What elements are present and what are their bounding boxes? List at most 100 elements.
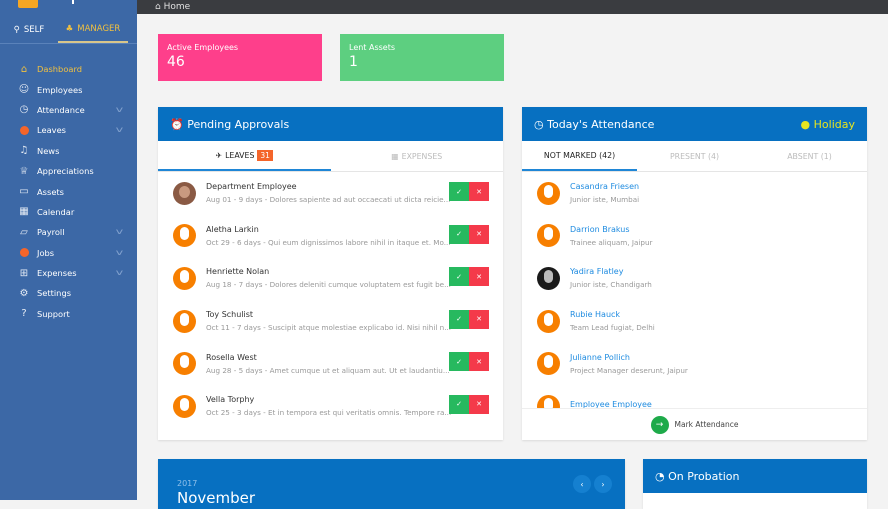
sidebar-item-label: Support xyxy=(37,308,70,319)
employee-name-link[interactable]: Darrion Brakus xyxy=(570,225,652,234)
calendar-year: 2017 xyxy=(177,479,198,488)
approve-button[interactable]: ✓ xyxy=(449,309,469,329)
tab-manager[interactable]: ♣ MANAGER xyxy=(58,16,128,43)
employee-name-link[interactable]: Employee Employee xyxy=(570,400,652,408)
team-icon: ♣ xyxy=(65,23,74,34)
trophy-icon: ♕ xyxy=(19,165,29,177)
leave-request-row: Rosella West Aug 28 - 5 days - Amet cumqu… xyxy=(158,342,503,385)
avatar xyxy=(173,309,196,333)
sidebar-item-calendar[interactable]: ▦ Calendar xyxy=(0,202,137,222)
sidebar-item-expenses[interactable]: ⊞ Expenses v xyxy=(0,263,137,283)
sidebar-item-settings[interactable]: ⚙ Settings xyxy=(0,283,137,303)
monitor-icon: ▭ xyxy=(19,186,29,198)
sidebar-item-attendance[interactable]: ◷ Attendance v xyxy=(0,100,137,120)
rocket-icon: ✈ xyxy=(215,150,223,160)
reject-button[interactable]: ✕ xyxy=(469,352,489,372)
sidebar-item-news[interactable]: ♫ News xyxy=(0,141,137,161)
employee-name-link[interactable]: Yadira Flatley xyxy=(570,267,652,276)
breadcrumb-home[interactable]: Home xyxy=(164,2,191,12)
approve-button[interactable]: ✓ xyxy=(449,394,469,414)
info-icon: ● xyxy=(800,117,814,131)
leave-detail: Aug 18 - 7 days - Dolores deleniti cumqu… xyxy=(206,280,451,290)
avatar xyxy=(173,394,196,418)
leave-detail: Aug 28 - 5 days - Amet cumque ut et aliq… xyxy=(206,365,450,375)
leave-detail: Oct 29 - 6 days - Qui eum dignissimos la… xyxy=(206,237,451,247)
sidebar-item-appreciations[interactable]: ♕ Appreciations xyxy=(0,161,137,181)
prev-month-button[interactable]: ‹ xyxy=(573,475,591,493)
approve-button[interactable]: ✓ xyxy=(449,352,469,372)
approve-button[interactable]: ✓ xyxy=(449,224,469,244)
leave-detail: Oct 11 - 7 days - Suscipit atque molesti… xyxy=(206,323,452,333)
stat-label: Lent Assets xyxy=(349,43,396,52)
stat-lent-assets[interactable]: Lent Assets 1 xyxy=(340,34,504,81)
home-icon: ⌂ xyxy=(155,2,164,12)
tab-self[interactable]: ⚲ SELF xyxy=(0,16,58,43)
avatar xyxy=(537,309,560,333)
employee-designation: Junior iste, Chandigarh xyxy=(570,280,652,290)
tab-expenses[interactable]: ▦ EXPENSES xyxy=(331,141,504,171)
avatar xyxy=(173,224,196,248)
next-month-button[interactable]: › xyxy=(594,475,612,493)
tab-label: SELF xyxy=(23,24,45,35)
grid-icon: ▦ xyxy=(391,151,399,161)
avatar xyxy=(537,266,560,290)
logo xyxy=(18,0,38,8)
attendance-row: Darrion Brakus Trainee aliquam, Jaipur xyxy=(522,215,867,258)
avatar xyxy=(537,394,560,408)
stat-value: 1 xyxy=(349,54,358,70)
sidebar-item-dashboard[interactable]: ⌂ Dashboard xyxy=(0,59,137,79)
sidebar-item-payroll[interactable]: ▱ Payroll v xyxy=(0,222,137,242)
chevron-down-icon[interactable]: v xyxy=(116,105,124,114)
tab-absent[interactable]: ABSENT (1) xyxy=(752,141,867,171)
stat-value: 46 xyxy=(167,54,185,70)
mark-attendance-button[interactable]: → Mark Attendance xyxy=(522,408,867,440)
tab-not-marked[interactable]: NOT MARKED (42) xyxy=(522,141,637,171)
breadcrumb[interactable]: ⌂ Home xyxy=(155,1,190,13)
leaves-count-badge: 31 xyxy=(257,149,273,161)
sidebar-item-label: Jobs xyxy=(37,247,55,258)
user-icon: ⚲ xyxy=(13,24,20,35)
leave-detail: Aug 01 - 9 days - Dolores sapiente ad au… xyxy=(206,195,451,205)
tab-label: EXPENSES xyxy=(401,151,443,161)
sidebar-item-support[interactable]: ? Support xyxy=(0,304,137,324)
avatar xyxy=(173,352,196,376)
chevron-down-icon[interactable]: v xyxy=(116,227,124,236)
employee-name-link[interactable]: Casandra Friesen xyxy=(570,182,639,191)
tab-label: LEAVES xyxy=(225,150,255,160)
reject-button[interactable]: ✕ xyxy=(469,182,489,201)
reject-button[interactable]: ✕ xyxy=(469,394,489,414)
sidebar-item-assets[interactable]: ▭ Assets xyxy=(0,181,137,201)
employee-designation: Trainee aliquam, Jaipur xyxy=(570,237,653,247)
employee-name: Toy Schulist xyxy=(206,310,254,320)
reject-button[interactable]: ✕ xyxy=(469,267,489,287)
tab-leaves[interactable]: ✈ LEAVES 31 xyxy=(158,141,331,171)
stat-label: Active Employees xyxy=(167,43,239,52)
reject-button[interactable]: ✕ xyxy=(469,224,489,244)
clock-icon: ◷ xyxy=(19,104,29,116)
sidebar-item-leaves[interactable]: Leaves v xyxy=(0,120,137,140)
employee-name: Henriette Nolan xyxy=(206,267,270,277)
employee-name: Vella Torphy xyxy=(206,395,255,405)
sidebar-item-jobs[interactable]: Jobs v xyxy=(0,243,137,263)
mark-attendance-label: Mark Attendance xyxy=(674,420,739,429)
avatar xyxy=(537,181,560,205)
history-icon: ◔ xyxy=(655,469,669,483)
stat-active-employees[interactable]: Active Employees 46 xyxy=(158,34,322,81)
tab-present[interactable]: PRESENT (4) xyxy=(637,141,752,171)
bell-icon: ⏰ xyxy=(170,117,188,131)
reject-button[interactable]: ✕ xyxy=(469,309,489,329)
logo-mark xyxy=(72,0,74,4)
employee-name-link[interactable]: Julianne Pollich xyxy=(570,353,688,362)
grid-icon: ⊞ xyxy=(19,267,29,279)
employee-name-link[interactable]: Rubie Hauck xyxy=(570,310,655,319)
chevron-down-icon[interactable]: v xyxy=(116,268,124,277)
sidebar-item-label: News xyxy=(37,145,60,156)
sidebar-item-label: Attendance xyxy=(37,104,85,115)
approve-button[interactable]: ✓ xyxy=(449,267,469,287)
approve-button[interactable]: ✓ xyxy=(449,182,469,201)
chevron-down-icon[interactable]: v xyxy=(116,248,124,257)
chevron-down-icon[interactable]: v xyxy=(116,125,124,134)
tab-label: MANAGER xyxy=(77,23,121,34)
sidebar-item-employees[interactable]: ☺ Employees xyxy=(0,79,137,99)
folder-icon: ▱ xyxy=(20,226,28,238)
